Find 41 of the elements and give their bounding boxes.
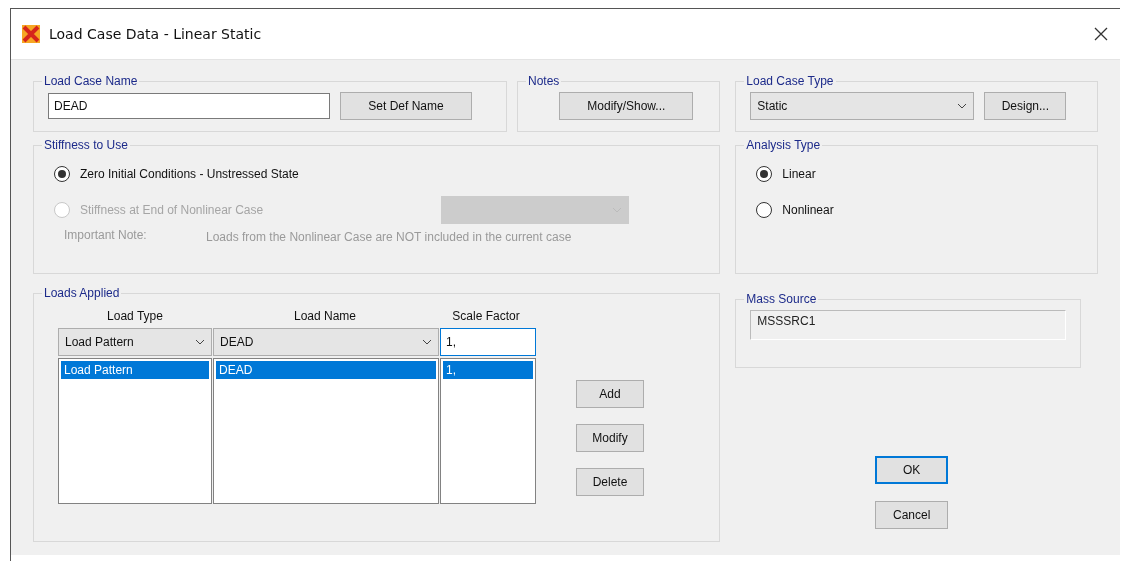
name-field[interactable]: DEAD <box>48 93 330 119</box>
group-label: Loads Applied <box>43 286 121 300</box>
modify-show-button[interactable]: Modify/Show... <box>559 92 694 120</box>
chevron-icon <box>957 103 968 109</box>
list-action-button[interactable]: Delete <box>576 468 644 496</box>
radio-button[interactable] <box>756 202 773 218</box>
group-label: Mass Source <box>745 292 818 306</box>
mass-source-field: MSSSRC1 <box>750 310 1067 340</box>
chevron-icon <box>195 339 205 345</box>
group-label: Notes <box>527 74 561 88</box>
chevron-icon <box>422 339 432 345</box>
load-case-type-dropdown[interactable]: Static <box>750 92 975 120</box>
radio-button[interactable] <box>54 166 70 182</box>
column-header: Scale Factor <box>451 309 521 323</box>
radio-option[interactable]: Linear <box>750 156 1083 192</box>
window-title: Load Case Data - Linear Static <box>49 26 262 42</box>
column-header: Load Type <box>106 309 164 323</box>
close-icon <box>1094 27 1108 41</box>
column-header: Load Name <box>292 309 357 323</box>
scale-factor-field[interactable]: 1, <box>440 328 536 356</box>
load-name-dropdown[interactable]: DEAD <box>213 328 439 356</box>
list-item[interactable]: 1, <box>443 361 533 379</box>
group-label: Stiffness to Use <box>43 138 129 152</box>
set-def-name-button[interactable]: Set Def Name <box>340 92 472 120</box>
list-item[interactable]: Load Pattern <box>61 361 209 379</box>
list-action-button[interactable]: Add <box>576 380 644 408</box>
note-label: Important Note: <box>64 228 148 244</box>
design-button[interactable]: Design... <box>984 92 1067 120</box>
group-label: Load Case Name <box>43 74 139 88</box>
app-logo-icon <box>21 24 41 44</box>
dialog-button[interactable]: Cancel <box>875 501 949 529</box>
radio-option[interactable]: Nonlinear <box>750 192 1083 228</box>
note-text: Loads from the Nonlinear Case are NOT included in the current case <box>206 229 573 246</box>
group-label: Analysis Type <box>745 138 822 152</box>
group-label: Load Case Type <box>745 74 835 88</box>
list-action-button[interactable]: Modify <box>576 424 644 452</box>
radio-button[interactable] <box>756 166 773 182</box>
list-item[interactable]: DEAD <box>216 361 436 379</box>
load-type-dropdown[interactable]: Load Pattern <box>58 328 212 356</box>
radio-option[interactable]: Zero Initial Conditions - Unstressed State <box>48 156 706 192</box>
dialog-button[interactable]: OK <box>875 456 949 484</box>
